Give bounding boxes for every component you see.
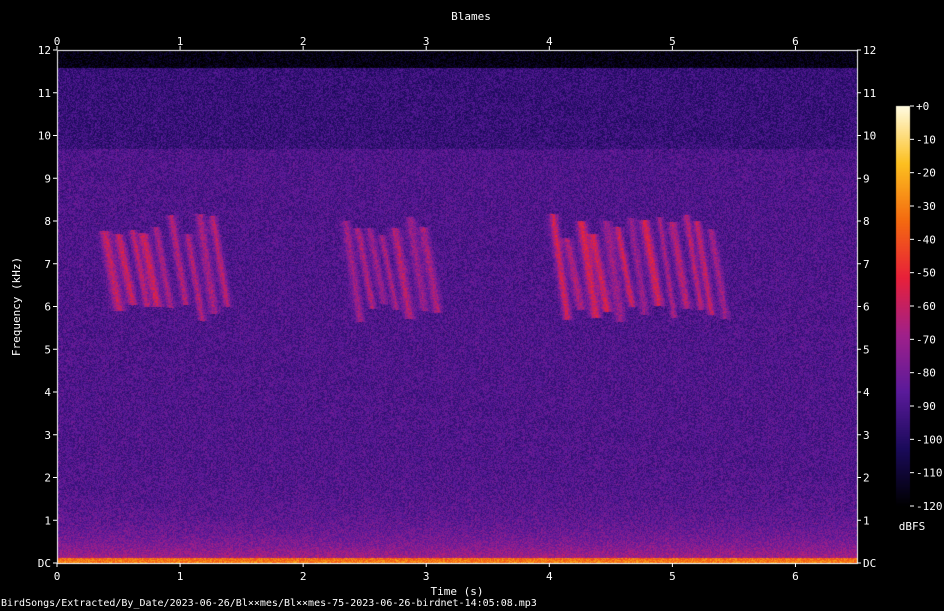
y-tick-label-left: 5 (44, 343, 51, 356)
x-tick-label-top: 5 (669, 35, 676, 48)
y-tick-label-right: 8 (863, 215, 870, 228)
x-tick-label-bottom: 0 (54, 570, 61, 583)
colorbar-tick-label: -20 (916, 167, 936, 180)
y-tick-label-left: 11 (38, 87, 51, 100)
spectrogram-axes: Blames Time (s) Frequency (kHz) dBFS 001… (10, 10, 943, 598)
y-tick-label-left: 10 (38, 130, 51, 143)
colorbar-tick-label: -80 (916, 367, 936, 380)
x-tick-label-bottom: 5 (669, 570, 676, 583)
chart-title: Blames (451, 10, 491, 23)
y-tick-label-left: 8 (44, 215, 51, 228)
x-tick-label-bottom: 4 (546, 570, 553, 583)
y-tick-label-left: 9 (44, 172, 51, 185)
colorbar-tick-label: -10 (916, 133, 936, 146)
y-tick-label-left: 3 (44, 429, 51, 442)
y-tick-label-right: 4 (863, 386, 870, 399)
y-tick-label-right: 3 (863, 429, 870, 442)
y-axis-label: Frequency (kHz) (10, 257, 23, 356)
x-tick-label-top: 2 (300, 35, 307, 48)
y-tick-label-right: 1 (863, 514, 870, 527)
file-path-footer: BirdSongs/Extracted/By_Date/2023-06-26/B… (1, 598, 537, 609)
y-tick-label-left: 4 (44, 386, 51, 399)
colorbar-tick-label: -100 (916, 433, 943, 446)
x-tick-label-bottom: 6 (792, 570, 799, 583)
x-tick-label-bottom: 2 (300, 570, 307, 583)
colorbar-label: dBFS (899, 520, 926, 533)
colorbar-tick-label: -50 (916, 267, 936, 280)
x-tick-label-top: 4 (546, 35, 553, 48)
colorbar-tick-label: -110 (916, 467, 943, 480)
x-tick-label-bottom: 1 (177, 570, 184, 583)
x-tick-label-top: 0 (54, 35, 61, 48)
y-tick-label-right: 5 (863, 343, 870, 356)
x-tick-label-bottom: 3 (423, 570, 430, 583)
y-tick-label-left: DC (38, 557, 51, 570)
colorbar-tick-label: -60 (916, 300, 936, 313)
y-tick-label-left: 6 (44, 301, 51, 314)
y-tick-label-right: DC (863, 557, 876, 570)
y-tick-label-right: 11 (863, 87, 876, 100)
y-tick-label-right: 12 (863, 44, 876, 57)
y-tick-label-left: 12 (38, 44, 51, 57)
y-tick-label-right: 9 (863, 172, 870, 185)
colorbar-tick-label: -120 (916, 500, 943, 513)
x-tick-label-top: 6 (792, 35, 799, 48)
colorbar-tick-label: +0 (916, 100, 929, 113)
y-tick-label-right: 2 (863, 472, 870, 485)
y-tick-label-right: 7 (863, 258, 870, 271)
x-axis-label: Time (s) (431, 585, 484, 598)
axis-ticks: 00112233445566DC DC1 12 23 34 45 56 67 78 89 910 10… (38, 35, 943, 583)
y-tick-label-right: 10 (863, 130, 876, 143)
colorbar-tick-label: -40 (916, 233, 936, 246)
x-tick-label-top: 3 (423, 35, 430, 48)
x-tick-label-top: 1 (177, 35, 184, 48)
colorbar-tick-label: -90 (916, 400, 936, 413)
colorbar-tick-label: -30 (916, 200, 936, 213)
colorbar-tick-label: -70 (916, 333, 936, 346)
y-tick-label-left: 2 (44, 472, 51, 485)
y-tick-label-right: 6 (863, 301, 870, 314)
y-tick-label-left: 7 (44, 258, 51, 271)
y-tick-label-left: 1 (44, 514, 51, 527)
